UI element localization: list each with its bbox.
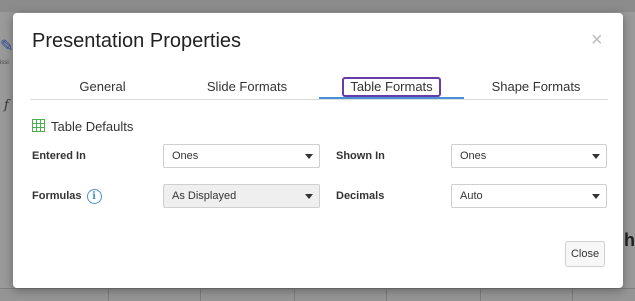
tab-general[interactable]: General xyxy=(30,77,175,99)
formulas-label: Formulas i xyxy=(32,189,102,204)
table-icon xyxy=(32,119,45,132)
decimals-value: Auto xyxy=(460,190,483,202)
tab-label: Table Formats xyxy=(342,77,441,97)
shown-in-value: Ones xyxy=(460,150,487,162)
entered-in-select[interactable]: Ones xyxy=(163,144,320,168)
tab-table-formats[interactable]: Table Formats xyxy=(319,77,464,99)
entered-in-label: Entered In xyxy=(32,150,86,162)
decimals-select[interactable]: Auto xyxy=(451,184,607,208)
background-app-icon: ✎ xyxy=(0,38,14,55)
tab-label: Shape Formats xyxy=(491,79,581,94)
formula-icon: f xyxy=(4,98,9,113)
background-toolbar xyxy=(0,0,635,12)
close-icon[interactable]: × xyxy=(591,30,603,50)
tab-label: Slide Formats xyxy=(206,79,288,94)
dialog-title: Presentation Properties xyxy=(32,30,242,52)
chevron-down-icon xyxy=(305,154,313,159)
background-heading-fragment: h xyxy=(624,230,635,250)
section-title: Table Defaults xyxy=(51,119,134,134)
shown-in-select[interactable]: Ones xyxy=(451,144,607,168)
formulas-select[interactable]: As Displayed xyxy=(163,184,320,208)
background-text: issi xyxy=(0,60,9,66)
presentation-properties-dialog: Presentation Properties × General Slide … xyxy=(13,13,623,288)
formulas-value: As Displayed xyxy=(172,190,237,202)
tab-label: General xyxy=(79,79,126,94)
shown-in-label: Shown In xyxy=(336,150,385,162)
tab-bar: General Slide Formats Table Formats Shap… xyxy=(30,77,608,100)
background-grid xyxy=(0,288,635,301)
tab-slide-formats[interactable]: Slide Formats xyxy=(175,77,319,99)
entered-in-value: Ones xyxy=(172,150,199,162)
close-button[interactable]: Close xyxy=(565,241,605,267)
decimals-label: Decimals xyxy=(336,190,385,202)
info-icon[interactable]: i xyxy=(86,189,102,204)
tab-shape-formats[interactable]: Shape Formats xyxy=(464,77,608,99)
chevron-down-icon xyxy=(305,194,313,199)
section-table-defaults: Table Defaults xyxy=(32,119,133,134)
chevron-down-icon xyxy=(592,194,600,199)
formulas-label-text: Formulas xyxy=(32,190,82,202)
chevron-down-icon xyxy=(592,154,600,159)
